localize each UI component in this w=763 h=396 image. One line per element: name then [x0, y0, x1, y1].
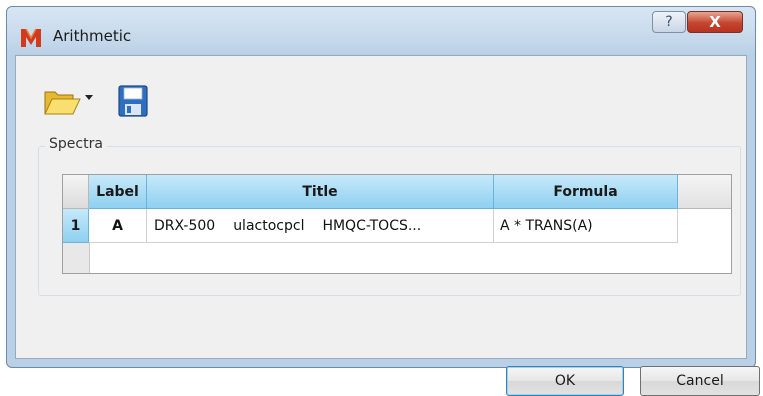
app-logo-icon — [21, 28, 41, 47]
dialog-client-area: Spectra Label Title Formula 1 A DRX-500 … — [15, 55, 760, 396]
row-header-1[interactable]: 1 — [63, 209, 89, 243]
column-header-title[interactable]: Title — [147, 175, 494, 209]
column-header-label[interactable]: Label — [89, 175, 147, 209]
spectra-table[interactable]: Label Title Formula 1 A DRX-500 ulactocp… — [62, 174, 732, 274]
column-header-filler — [678, 175, 731, 209]
title-part-experiment: HMQC-TOCS... — [322, 217, 422, 234]
window-title: Arithmetic — [53, 27, 132, 45]
cancel-button[interactable]: Cancel — [640, 366, 760, 396]
folder-open-icon[interactable] — [43, 84, 81, 118]
row-header-empty — [63, 243, 90, 273]
table-corner-header[interactable] — [63, 175, 89, 209]
title-part-sample: ulactocpcl — [233, 217, 305, 234]
arithmetic-dialog: Arithmetic ? X Spectra Label Title Formu… — [6, 6, 760, 396]
column-header-formula[interactable]: Formula — [494, 175, 678, 209]
close-icon: X — [709, 13, 721, 31]
floppy-save-icon[interactable] — [116, 83, 150, 119]
title-bar[interactable]: Arithmetic — [7, 7, 755, 55]
table-cell-formula[interactable]: A * TRANS(A) — [494, 209, 678, 243]
spectra-group-label: Spectra — [45, 136, 107, 152]
table-cell-label[interactable]: A — [89, 209, 147, 243]
ok-button[interactable]: OK — [506, 366, 624, 396]
help-button[interactable]: ? — [652, 11, 686, 33]
close-button[interactable]: X — [687, 11, 743, 33]
title-part-instrument: DRX-500 — [154, 217, 216, 234]
help-icon: ? — [665, 14, 673, 30]
table-cell-title[interactable]: DRX-500 ulactocpcl HMQC-TOCS... — [147, 209, 494, 243]
dropdown-arrow-icon[interactable] — [84, 92, 94, 102]
